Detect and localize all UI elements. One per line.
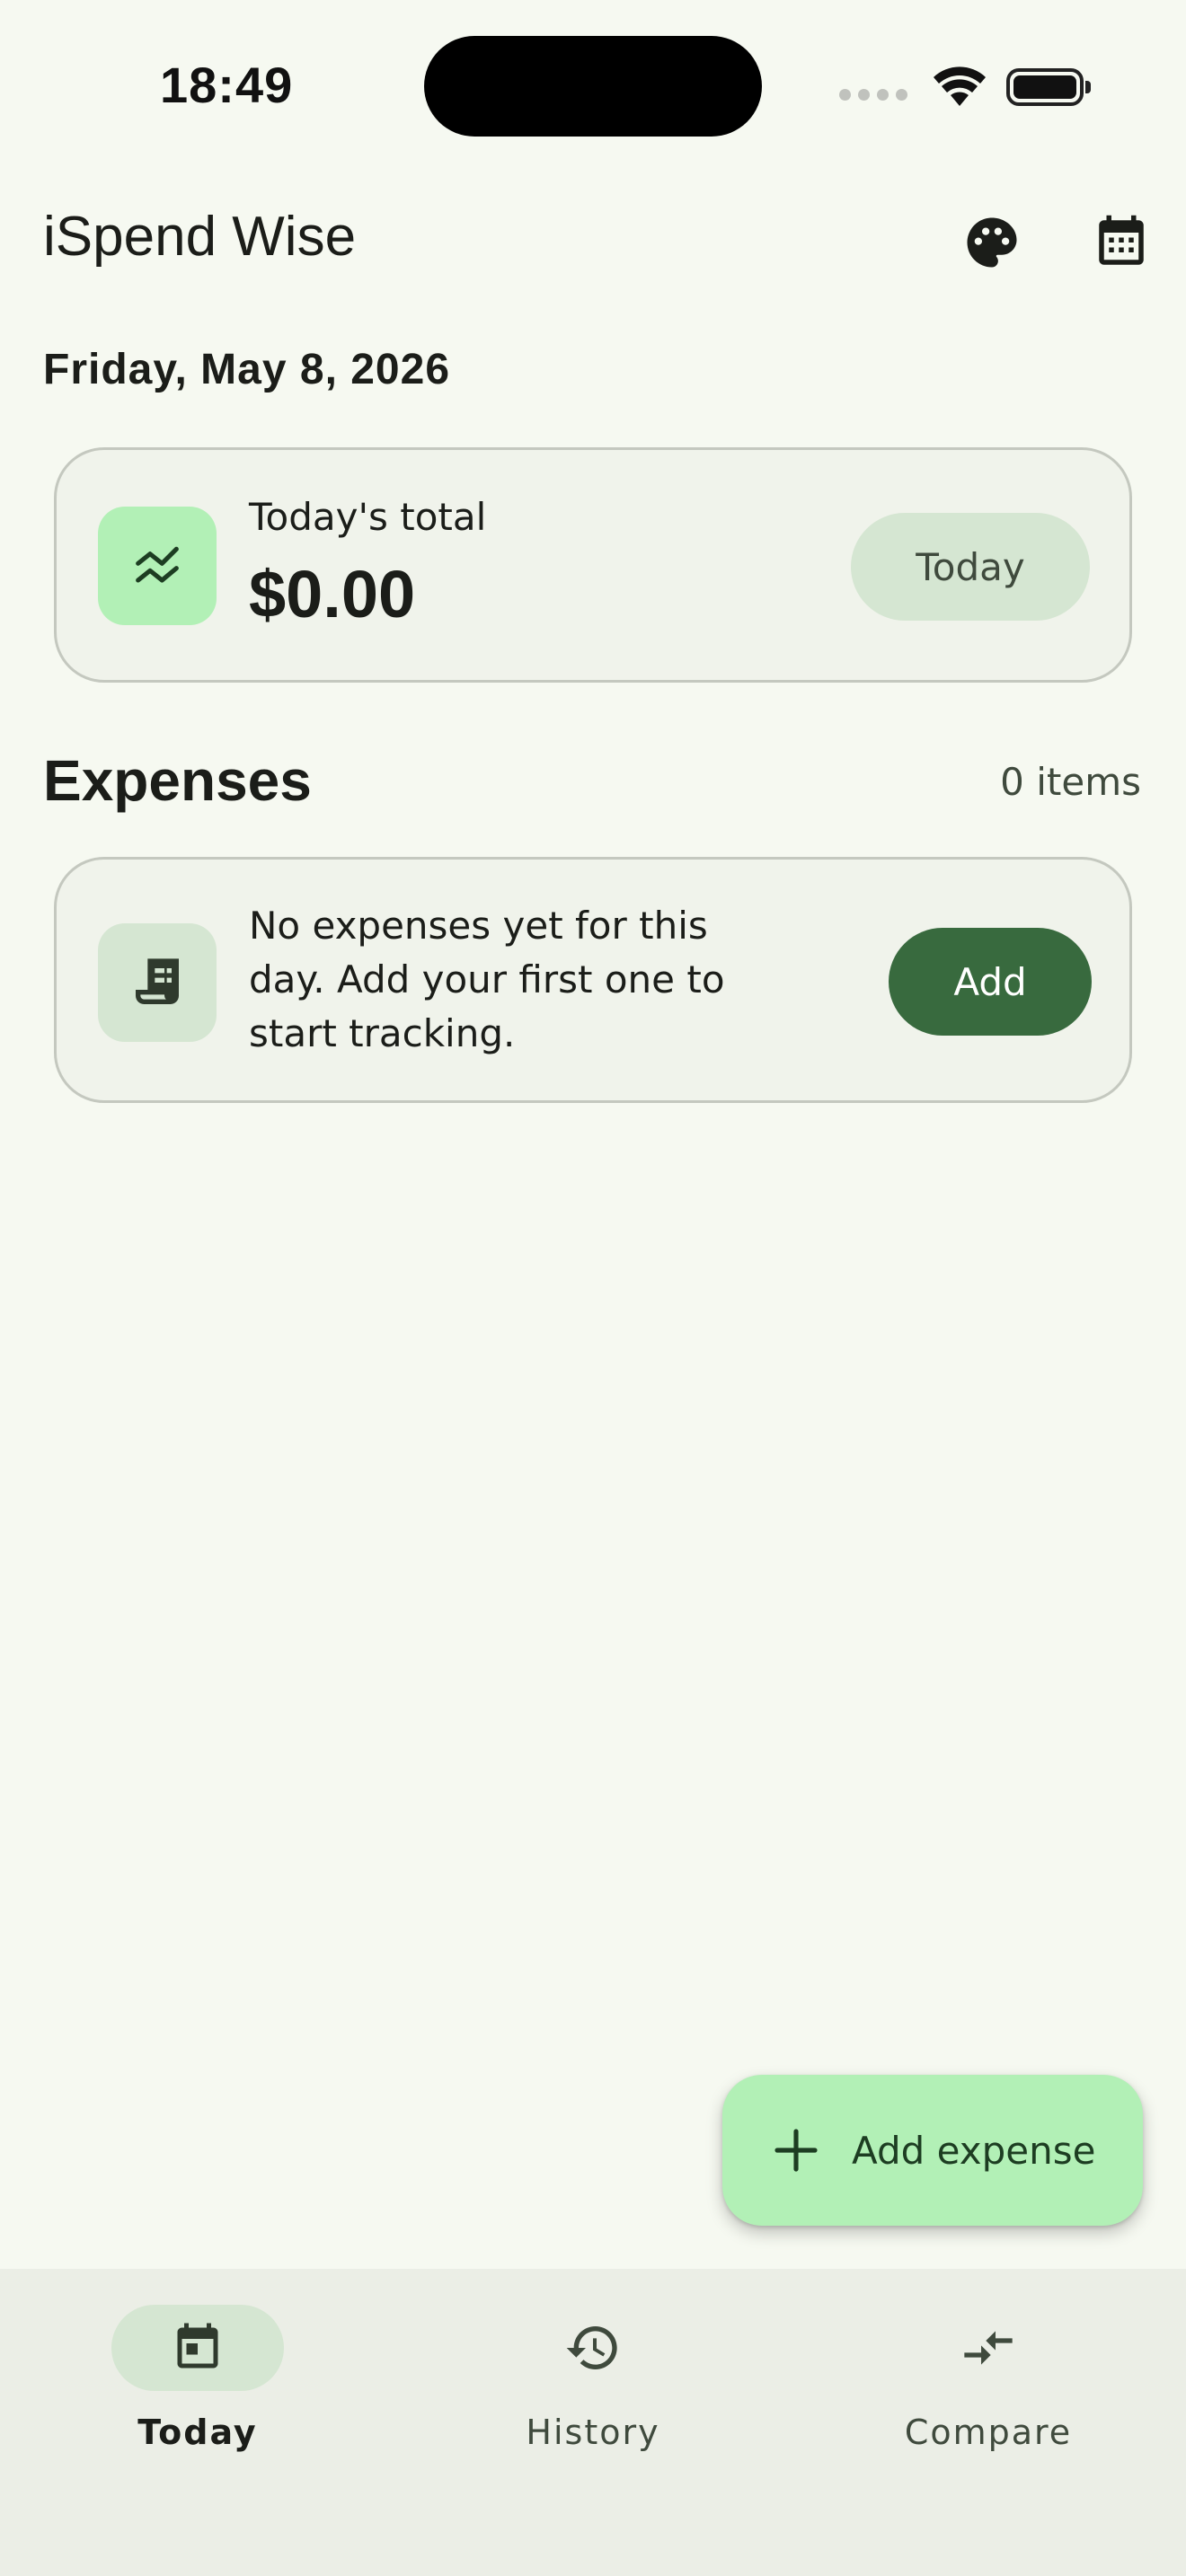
empty-message: No expenses yet for this day. Add your f… xyxy=(249,904,725,1055)
fab-label: Add expense xyxy=(852,2128,1096,2173)
cellular-signal-icon xyxy=(839,88,907,101)
empty-state-card: No expenses yet for this day. Add your f… xyxy=(54,857,1132,1103)
status-time: 18:49 xyxy=(160,57,294,113)
selected-date: Friday, May 8, 2026 xyxy=(43,346,451,393)
receipt-icon xyxy=(136,958,179,1004)
nav-item-today[interactable]: Today xyxy=(63,2305,332,2466)
nav-label-compare: Compare xyxy=(904,2413,1073,2452)
calendar-icon xyxy=(1099,215,1144,265)
battery-icon xyxy=(1006,68,1091,106)
nav-icon-container xyxy=(902,2305,1075,2391)
history-icon xyxy=(566,2326,617,2369)
add-button[interactable]: Add xyxy=(889,928,1092,1036)
palette-icon xyxy=(967,217,1017,268)
empty-icon-tile xyxy=(98,923,217,1042)
app-title: iSpend Wise xyxy=(43,206,357,268)
status-bar: 18:49 xyxy=(0,0,1186,171)
calendar-button[interactable] xyxy=(1078,199,1164,286)
compare-arrows-icon xyxy=(964,2331,1013,2365)
items-count: 0 items xyxy=(1000,760,1141,804)
nav-item-compare[interactable]: Compare xyxy=(854,2305,1123,2466)
nav-icon-container xyxy=(507,2305,679,2391)
add-expense-fab[interactable]: Add expense xyxy=(722,2075,1143,2226)
theme-button[interactable] xyxy=(949,199,1035,286)
status-icons xyxy=(839,65,1091,110)
plus-icon xyxy=(771,2125,821,2175)
summary-icon-tile xyxy=(98,507,217,625)
total-amount: $0.00 xyxy=(249,557,416,631)
nav-label-history: History xyxy=(526,2413,660,2452)
daily-summary-card: Today's total $0.00 Today xyxy=(54,447,1132,683)
expenses-heading: Expenses xyxy=(43,748,312,813)
today-chip[interactable]: Today xyxy=(851,513,1090,621)
total-label: Today's total xyxy=(249,495,487,539)
nav-active-indicator xyxy=(111,2305,284,2391)
nav-item-history[interactable]: History xyxy=(458,2305,728,2466)
nav-label-today: Today xyxy=(137,2413,258,2452)
bottom-navigation: Today History Compare xyxy=(0,2269,1186,2576)
dynamic-island xyxy=(424,36,762,137)
wifi-icon xyxy=(934,66,986,106)
trend-icon xyxy=(136,546,179,583)
calendar-today-icon xyxy=(177,2323,218,2369)
